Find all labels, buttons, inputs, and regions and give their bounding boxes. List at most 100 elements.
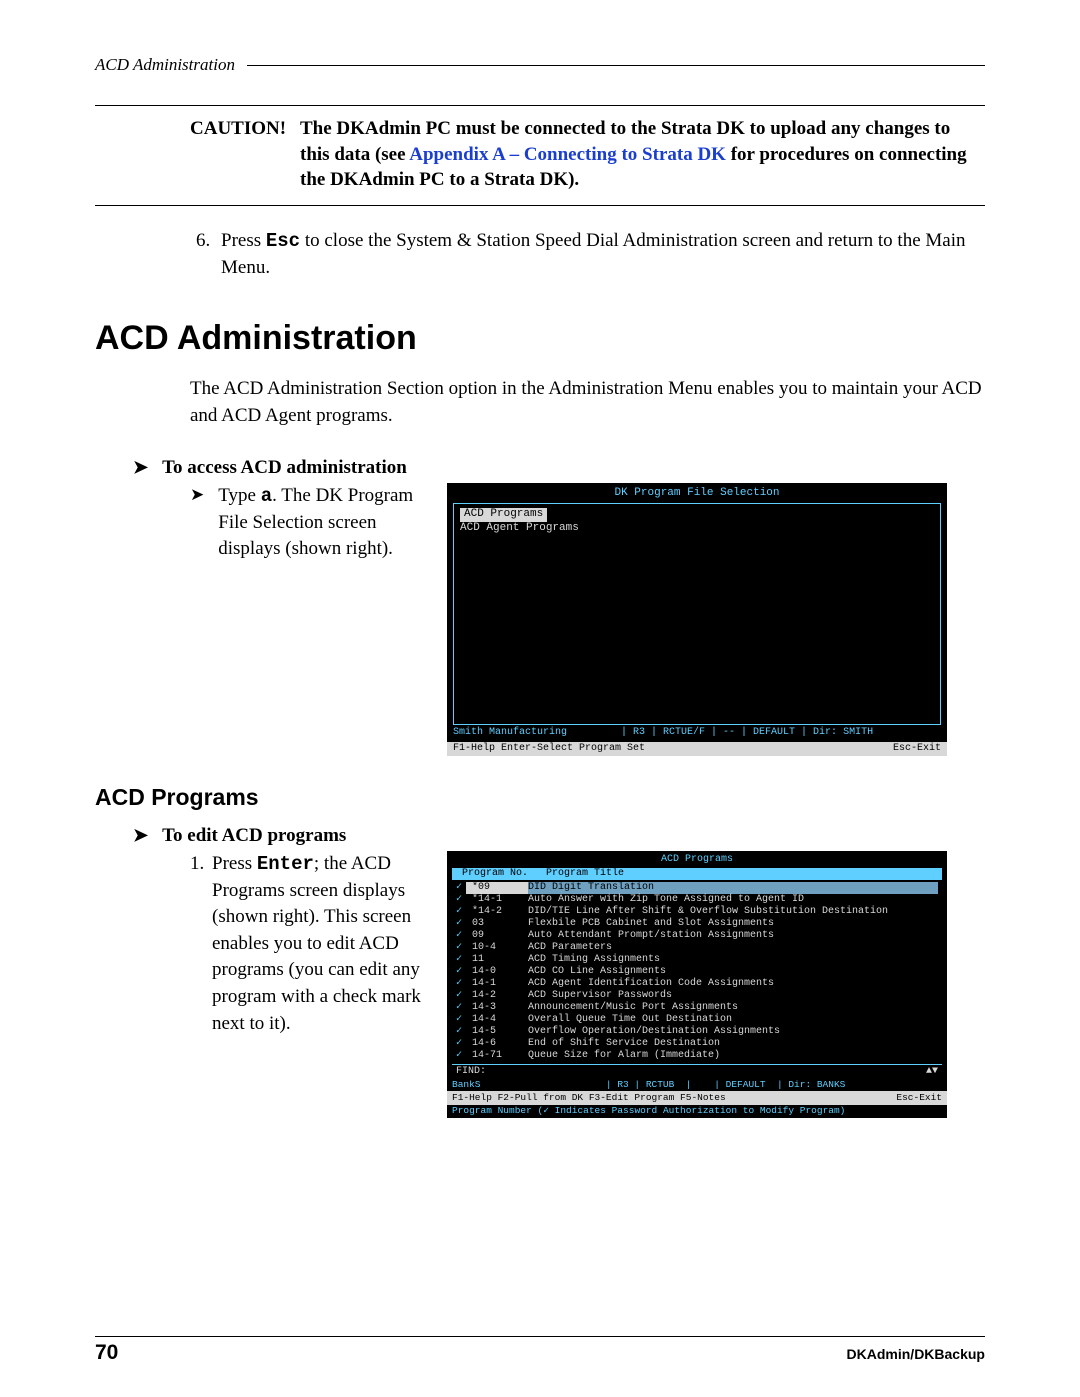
caution-block: CAUTION! The DKAdmin PC must be connecte…	[190, 116, 975, 193]
footer-rule	[95, 1336, 985, 1337]
program-number: 10-4	[466, 942, 528, 954]
term1-box: ACD Programs ACD Agent Programs	[453, 503, 941, 725]
program-title: Flexbile PCB Cabinet and Slot Assignment…	[528, 918, 938, 930]
term1-item-acd-programs: ACD Programs	[460, 508, 547, 522]
program-title: Overall Queue Time Out Destination	[528, 1014, 938, 1026]
checkmark-icon: ✓	[456, 882, 466, 894]
program-title: ACD Timing Assignments	[528, 954, 938, 966]
subsection-heading: ACD Programs	[95, 784, 985, 811]
program-number: 09	[466, 930, 528, 942]
table-row: ✓ 10-4ACD Parameters	[456, 942, 938, 954]
term2-footnote: Program Number (✓ Indicates Password Aut…	[452, 1105, 942, 1116]
term1-item-acd-agent-programs: ACD Agent Programs	[460, 522, 934, 536]
program-title: ACD Agent Identification Code Assignment…	[528, 978, 938, 990]
triangle-icon: ➤	[133, 825, 148, 847]
checkmark-icon: ✓	[456, 1026, 466, 1038]
proc2-after: ; the ACD Programs screen displays (show…	[212, 853, 421, 1034]
intro-paragraph: The ACD Administration Section option in…	[190, 376, 985, 429]
checkmark-icon: ✓	[456, 966, 466, 978]
program-number: 14-5	[466, 1026, 528, 1038]
proc1-before: Type	[218, 485, 260, 506]
table-row: ✓ 09Auto Attendant Prompt/station Assign…	[456, 930, 938, 942]
a-key: a	[261, 485, 272, 507]
running-header: ACD Administration	[95, 55, 985, 75]
term2-foot-left: F1-Help F2-Pull from DK F3-Edit Program …	[452, 1092, 726, 1103]
program-title: DID Digit Translation	[528, 882, 938, 894]
proc1-step-text: Type a. The DK Program File Selection sc…	[218, 483, 425, 563]
term2-find-label: FIND:	[456, 1066, 486, 1078]
checkmark-icon: ✓	[456, 942, 466, 954]
caution-label: CAUTION!	[190, 116, 300, 193]
term2-footer: F1-Help F2-Pull from DK F3-Edit Program …	[447, 1091, 947, 1104]
step-list: Press Esc to close the System & Station …	[165, 228, 985, 281]
program-number: 14-3	[466, 1002, 528, 1014]
program-title: DID/TIE Line After Shift & Overflow Subs…	[528, 906, 938, 918]
checkmark-icon: ✓	[456, 894, 466, 906]
table-row: ✓ 11ACD Timing Assignments	[456, 954, 938, 966]
table-row: ✓ 03Flexbile PCB Cabinet and Slot Assign…	[456, 918, 938, 930]
checkmark-icon: ✓	[456, 918, 466, 930]
term1-footer: F1-Help Enter-Select Program Set Esc-Exi…	[447, 742, 947, 757]
term2-column-header: Program No. Program Title	[452, 868, 942, 880]
program-number: 14-0	[466, 966, 528, 978]
step6-after: to close the System & Station Speed Dial…	[221, 230, 966, 278]
proc2-before: Press	[212, 853, 257, 874]
caution-top-rule	[95, 105, 985, 106]
triangle-icon: ➤	[190, 483, 204, 563]
checkmark-icon: ✓	[456, 954, 466, 966]
term2-find-row: FIND: ▲▼	[452, 1064, 942, 1079]
running-title: ACD Administration	[95, 55, 235, 75]
table-row: ✓ 14-5Overflow Operation/Destination Ass…	[456, 1026, 938, 1038]
program-number: *14-2	[466, 906, 528, 918]
table-row: ✓ *09DID Digit Translation	[456, 882, 938, 894]
program-title: ACD CO Line Assignments	[528, 966, 938, 978]
table-row: ✓ 14-2ACD Supervisor Passwords	[456, 990, 938, 1002]
screenshot-file-selection: DK Program File Selection ACD Programs A…	[447, 483, 947, 756]
proc1-title: To access ACD administration	[162, 457, 407, 479]
checkmark-icon: ✓	[456, 1014, 466, 1026]
checkmark-icon: ✓	[456, 1002, 466, 1014]
program-title: Announcement/Music Port Assignments	[528, 1002, 938, 1014]
appendix-a-link[interactable]: Appendix A – Connecting to Strata DK	[409, 144, 726, 165]
checkmark-icon: ✓	[456, 1038, 466, 1050]
checkmark-icon: ✓	[456, 1050, 466, 1062]
program-number: 14-6	[466, 1038, 528, 1050]
program-number: 14-4	[466, 1014, 528, 1026]
table-row: ✓ 14-3Announcement/Music Port Assignment…	[456, 1002, 938, 1014]
triangle-icon: ➤	[133, 457, 148, 479]
header-rule	[247, 65, 985, 66]
proc1-step: ➤ Type a. The DK Program File Selection …	[190, 483, 425, 563]
checkmark-icon: ✓	[456, 990, 466, 1002]
program-title: Queue Size for Alarm (Immediate)	[528, 1050, 938, 1062]
esc-key: Esc	[266, 230, 300, 252]
proc2-title: To edit ACD programs	[162, 825, 346, 847]
term1-foot-right: Esc-Exit	[893, 743, 941, 756]
caution-body: The DKAdmin PC must be connected to the …	[300, 116, 975, 193]
term1-status-line: Smith Manufacturing | R3 | RCTUE/F | -- …	[453, 727, 941, 740]
table-row: ✓ 14-4Overall Queue Time Out Destination	[456, 1014, 938, 1026]
checkmark-icon: ✓	[456, 930, 466, 942]
program-title: Auto Answer with Zip Tone Assigned to Ag…	[528, 894, 938, 906]
term2-title: ACD Programs	[452, 854, 942, 866]
step-6: Press Esc to close the System & Station …	[215, 228, 985, 281]
program-number: *14-1	[466, 894, 528, 906]
table-row: ✓ 14-6End of Shift Service Destination	[456, 1038, 938, 1050]
program-number: *09	[466, 882, 528, 894]
page-number: 70	[95, 1341, 118, 1365]
term1-title: DK Program File Selection	[453, 487, 941, 501]
program-title: End of Shift Service Destination	[528, 1038, 938, 1050]
checkmark-icon: ✓	[456, 978, 466, 990]
proc2-step-1: 1. Press Enter; the ACD Programs screen …	[190, 851, 425, 1037]
step-number: 1.	[190, 851, 212, 1037]
program-number: 14-71	[466, 1050, 528, 1062]
program-title: Auto Attendant Prompt/station Assignment…	[528, 930, 938, 942]
enter-key: Enter	[257, 853, 314, 875]
program-number: 03	[466, 918, 528, 930]
program-number: 14-1	[466, 978, 528, 990]
table-row: ✓ *14-1Auto Answer with Zip Tone Assigne…	[456, 894, 938, 906]
term2-find-arrows: ▲▼	[926, 1066, 938, 1078]
procedure-1-heading: ➤ To access ACD administration	[133, 457, 985, 479]
proc2-step-text: Press Enter; the ACD Programs screen dis…	[212, 851, 425, 1037]
section-heading: ACD Administration	[95, 319, 985, 358]
program-number: 14-2	[466, 990, 528, 1002]
